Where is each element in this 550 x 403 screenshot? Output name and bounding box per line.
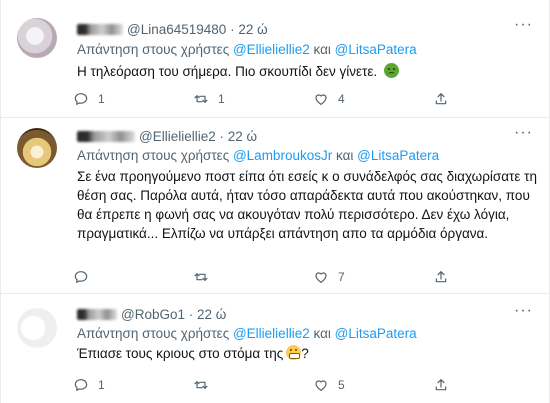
separator-dot: · (188, 307, 194, 322)
mention-link[interactable]: @LambroukosJr (233, 148, 332, 163)
retweet-icon (194, 273, 208, 281)
heart-icon (315, 380, 327, 391)
reply-context: Απάντηση στους χρήστες @Ellieliellie2 κα… (77, 326, 417, 341)
heart-icon (315, 272, 327, 283)
reply-count: 1 (98, 378, 105, 392)
more-options-icon[interactable]: ··· (514, 124, 533, 142)
reply-and: και (313, 42, 331, 57)
blurred-display-name (77, 131, 135, 142)
tweet-feed: @Lina64519480 · 22 ώ ··· Απάντηση στους … (0, 0, 550, 403)
separator-dot: · (230, 22, 235, 37)
reply-prefix: Απάντηση στους χρήστες (77, 42, 230, 57)
tweet-text: Έπιασε τους κριους στο στόμα της? (77, 344, 537, 363)
tweet-text: Σε ένα προηγούμενο ποστ είπα ότι εσείς κ… (77, 167, 537, 243)
reply-icon (74, 271, 88, 283)
sick-face-icon (383, 63, 399, 78)
grimace-face-icon (286, 345, 302, 360)
mention-link[interactable]: @Ellieliellie2 (233, 42, 310, 57)
retweet-button[interactable] (193, 267, 218, 287)
reply-context: Απάντηση στους χρήστες @LambroukosJr και… (77, 148, 439, 163)
like-count: 4 (338, 92, 345, 106)
reply-context: Απάντηση στους χρήστες @Ellieliellie2 κα… (77, 42, 417, 57)
blurred-display-name (77, 24, 123, 35)
tweet-header: @Lina64519480 · 22 ώ (127, 22, 268, 37)
retweet-icon (194, 381, 208, 389)
reply-button[interactable] (73, 267, 98, 287)
reply-icon (74, 379, 88, 391)
tweet-actions: 1 5 (73, 375, 473, 395)
like-button[interactable]: 4 (313, 89, 345, 109)
retweet-count: 1 (218, 92, 225, 106)
mention-link[interactable]: @LitsaPatera (357, 148, 439, 163)
retweet-button[interactable]: 1 (193, 89, 225, 109)
tweet-actions: 7 (73, 267, 473, 287)
mention-link[interactable]: @LitsaPatera (335, 42, 417, 57)
mention-link[interactable]: @Ellieliellie2 (233, 326, 310, 341)
mention-link[interactable]: @LitsaPatera (335, 326, 417, 341)
tweet-actions: 1 1 4 (73, 89, 473, 109)
reply-icon (74, 93, 88, 105)
reply-prefix: Απάντηση στους χρήστες (77, 148, 230, 163)
reply-and: και (313, 326, 331, 341)
reply-prefix: Απάντηση στους χρήστες (77, 326, 230, 341)
timestamp[interactable]: 22 ώ (228, 129, 257, 144)
like-button[interactable]: 5 (313, 375, 345, 395)
tweet-body-suffix: ? (301, 346, 309, 361)
tweet-body: Η τηλεόραση του σήμερα. Πιο σκουπίδι δεν… (77, 64, 378, 79)
retweet-button[interactable] (193, 375, 218, 395)
tweet-body: Έπιασε τους κριους στο στόμα της (77, 346, 284, 361)
user-handle[interactable]: @Lina64519480 (127, 22, 226, 37)
more-options-icon[interactable]: ··· (514, 302, 533, 320)
like-button[interactable]: 7 (313, 267, 345, 287)
tweet[interactable]: @Lina64519480 · 22 ώ ··· Απάντηση στους … (1, 0, 549, 118)
heart-icon (315, 94, 327, 105)
tweet[interactable]: @Ellieliellie2 · 22 ώ ··· Απάντηση στους… (1, 118, 549, 294)
share-button[interactable] (433, 375, 449, 395)
reply-count: 1 (98, 92, 105, 106)
share-icon (435, 379, 447, 391)
avatar[interactable] (17, 128, 57, 168)
tweet-header: @Ellieliellie2 · 22 ώ (139, 129, 257, 144)
tweet[interactable]: @RobGo1 · 22 ώ ··· Απάντηση στους χρήστε… (1, 294, 549, 403)
user-handle[interactable]: @Ellieliellie2 (139, 129, 216, 144)
reply-button[interactable]: 1 (73, 89, 105, 109)
separator-dot: · (219, 129, 225, 144)
like-count: 5 (338, 378, 345, 392)
share-icon (435, 93, 447, 105)
like-count: 7 (338, 270, 345, 284)
tweet-body: Σε ένα προηγούμενο ποστ είπα ότι εσείς κ… (77, 169, 537, 241)
avatar[interactable] (17, 308, 57, 348)
user-handle[interactable]: @RobGo1 (121, 307, 185, 322)
share-icon (435, 271, 447, 283)
reply-and: και (335, 148, 354, 163)
tweet-header: @RobGo1 · 22 ώ (121, 307, 226, 322)
reply-button[interactable]: 1 (73, 375, 105, 395)
share-button[interactable] (433, 89, 449, 109)
avatar[interactable] (17, 18, 57, 58)
timestamp[interactable]: 22 ώ (238, 22, 267, 37)
share-button[interactable] (433, 267, 449, 287)
tweet-text: Η τηλεόραση του σήμερα. Πιο σκουπίδι δεν… (77, 62, 537, 81)
more-options-icon[interactable]: ··· (514, 16, 533, 34)
blurred-display-name (77, 309, 117, 320)
retweet-icon (194, 95, 208, 103)
timestamp[interactable]: 22 ώ (197, 307, 226, 322)
